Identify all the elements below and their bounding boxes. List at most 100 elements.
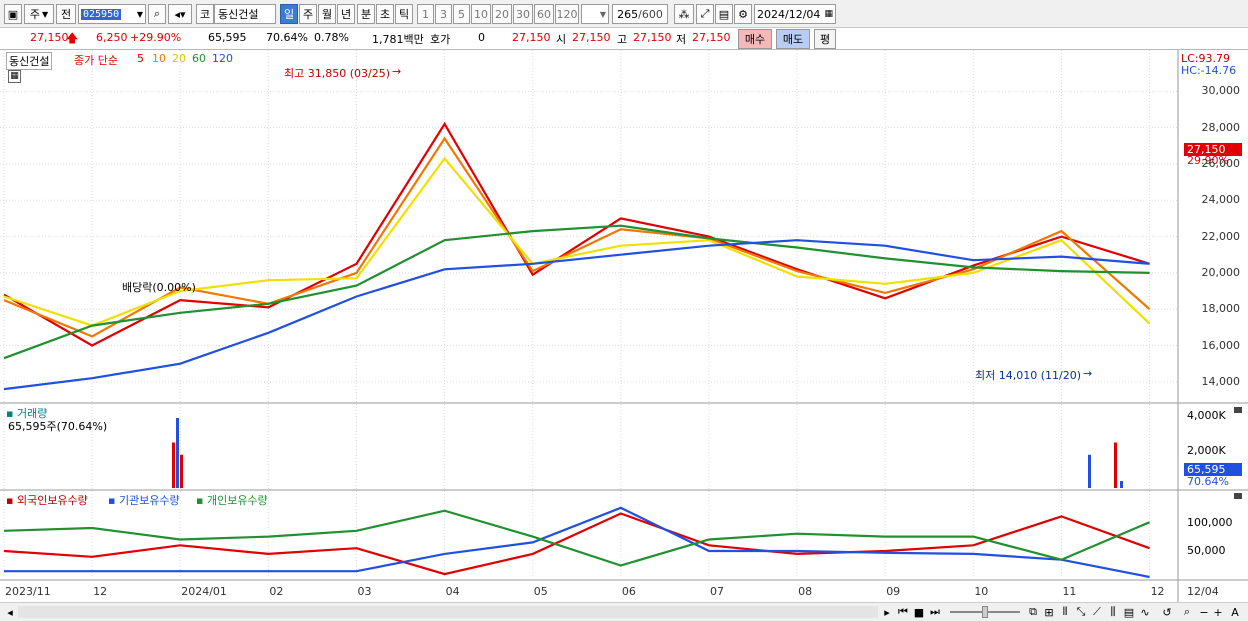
ma-5-label: 5	[137, 52, 144, 65]
stock-name-tag[interactable]: 동신건설	[6, 52, 53, 70]
current-price: 27,150	[30, 31, 69, 44]
period-week-button[interactable]: 주	[299, 4, 317, 24]
sell-button[interactable]: 매도	[776, 29, 810, 49]
period-year-button[interactable]: 년	[337, 4, 355, 24]
quote-info-bar: 27,150 🡅 6,250 +29.90% 65,595 70.64% 0.7…	[0, 28, 1248, 50]
line-icon[interactable]: ⟋	[1090, 605, 1104, 619]
date-tick: 2024/01	[181, 585, 227, 598]
period-second-button[interactable]: 초	[376, 4, 394, 24]
low-price: 27,150	[692, 31, 731, 44]
toolbar: ▣ 주 ▼ 전 025950 ▼ ⌕ ◂▾ 코 동신건설 일 주 월 년 분 초 틱…	[0, 0, 1248, 28]
volume-readout: 65,595주(70.64%)	[8, 420, 108, 433]
ma-60-label: 60	[192, 52, 206, 65]
chart-type-icon[interactable]: ⁂	[674, 4, 694, 24]
date-tick: 11	[1062, 585, 1077, 598]
scroll-left-icon[interactable]: ◂	[4, 605, 16, 619]
candle-icon[interactable]: ⫴	[1058, 605, 1072, 619]
period-month-button[interactable]: 월	[318, 4, 336, 24]
window-menu-icon[interactable]: ▣	[4, 4, 22, 24]
holdings-line-0	[3, 512, 1150, 576]
date-tick: 03	[357, 585, 372, 598]
interval-120-button[interactable]: 120	[555, 4, 579, 24]
scroll-track[interactable]	[18, 606, 878, 618]
interval-label: 3	[440, 7, 447, 21]
stop-icon[interactable]: ■	[912, 605, 926, 619]
eval-button[interactable]: 평	[814, 29, 836, 49]
holdings-tick-100000: 100,000	[1187, 516, 1233, 529]
scroll-right-icon[interactable]: ▸	[880, 605, 894, 619]
undo-icon[interactable]: ↺	[1160, 605, 1174, 619]
ma-10-line	[3, 136, 1151, 338]
holdings-line-1	[4, 506, 1150, 579]
trade-amount: 1,781백만	[372, 33, 424, 46]
low-annotation: 최저 14,010 (11/20)	[975, 369, 1082, 382]
interval-60-button[interactable]: 60	[534, 4, 554, 24]
date-tick: 09	[886, 585, 901, 598]
panel-close-icon[interactable]	[1234, 407, 1242, 413]
price-tick: 20,000	[1201, 265, 1241, 279]
stock-code-input[interactable]: 025950 ▼	[78, 4, 146, 24]
holdings-line-2	[3, 509, 1151, 567]
period-tick-button[interactable]: 틱	[395, 4, 413, 24]
buy-label: 매수	[744, 33, 766, 46]
volume-bar	[1088, 454, 1091, 488]
layout-icon[interactable]: ⧉	[1026, 605, 1040, 619]
date-field[interactable]: 2024/12/04 ▦	[754, 4, 836, 24]
zoom-out-icon[interactable]: −	[1198, 605, 1210, 619]
ma-title: 종가 단순	[74, 54, 118, 67]
high-label: 고	[617, 33, 628, 46]
panel-close-icon[interactable]	[1234, 493, 1242, 499]
period-minute-button[interactable]: 분	[357, 4, 375, 24]
chevron-down-icon: ▼	[599, 9, 606, 19]
stock-name-field[interactable]: 동신건설	[214, 4, 276, 24]
chart-area[interactable]: 동신건설 종가 단순 5 10 20 60 120 ▦ 최고 31,850 (0…	[0, 50, 1248, 602]
period-label: 주	[302, 8, 314, 21]
interval-label: 20	[495, 7, 509, 21]
price-tick: 16,000	[1201, 338, 1241, 352]
print-icon[interactable]: ▤	[1122, 605, 1136, 619]
interval-30-button[interactable]: 30	[513, 4, 533, 24]
wave-icon[interactable]: ∿	[1138, 605, 1152, 619]
vol-tick-2000k: 2,000K	[1187, 444, 1226, 457]
zoom-slider-handle[interactable]	[982, 606, 988, 618]
interval-10-button[interactable]: 10	[471, 4, 491, 24]
buy-button[interactable]: 매수	[738, 29, 772, 49]
compare-icon[interactable]: ⊞	[1042, 605, 1056, 619]
market2-label: 코	[199, 8, 211, 21]
expand-icon[interactable]: ⤡	[1074, 605, 1088, 619]
speaker-icon[interactable]: ◂▾	[168, 4, 192, 24]
price-tick: 18,000	[1201, 302, 1241, 316]
interval-3-button[interactable]: 3	[435, 4, 452, 24]
table-icon[interactable]: ▦	[8, 70, 21, 83]
volume-bar	[176, 418, 179, 488]
interval-1-button[interactable]: 1	[417, 4, 434, 24]
interval-5-button[interactable]: 5	[453, 4, 470, 24]
crosshair-icon[interactable]: ⤢	[696, 4, 714, 24]
first-icon[interactable]: ⏮	[896, 605, 910, 619]
volume-bar	[180, 454, 183, 488]
interval-label: 1	[422, 7, 429, 21]
volume-percent-badge: 70.64%	[1187, 475, 1229, 488]
font-size-icon[interactable]: A	[1228, 605, 1242, 619]
gear-icon[interactable]: ⚙	[734, 4, 752, 24]
zoom-icon[interactable]: ⌕	[1180, 605, 1194, 619]
prev-button[interactable]: 전	[56, 4, 76, 24]
chevron-down-icon: ▼	[41, 9, 49, 19]
period-day-button[interactable]: 일	[280, 4, 298, 24]
high-annotation: 최고 31,850 (03/25)	[284, 67, 391, 80]
save-icon[interactable]: ▤	[715, 4, 733, 24]
market-select[interactable]: 주 ▼	[24, 4, 54, 24]
bottom-scrollbar[interactable]: ◂ ▸ ⏮ ■ ⏭ ⧉ ⊞ ⫴ ⤡ ⟋ ⫼ ▤ ∿ ↺ ⌕ − + A	[0, 602, 1248, 621]
interval-20-button[interactable]: 20	[492, 4, 512, 24]
zoom-in-icon[interactable]: +	[1212, 605, 1224, 619]
last-icon[interactable]: ⏭	[928, 605, 942, 619]
date-tick: 08	[798, 585, 813, 598]
interval-label: 60	[537, 7, 551, 21]
count-field[interactable]: 265/600	[612, 4, 668, 24]
eval-label: 평	[819, 33, 831, 46]
bar-icon[interactable]: ⫼	[1106, 605, 1120, 619]
chart-canvas	[0, 50, 1248, 602]
interval-select[interactable]: ▼	[581, 4, 609, 24]
period-label: 일	[283, 8, 295, 21]
search-icon[interactable]: ⌕	[148, 4, 166, 24]
